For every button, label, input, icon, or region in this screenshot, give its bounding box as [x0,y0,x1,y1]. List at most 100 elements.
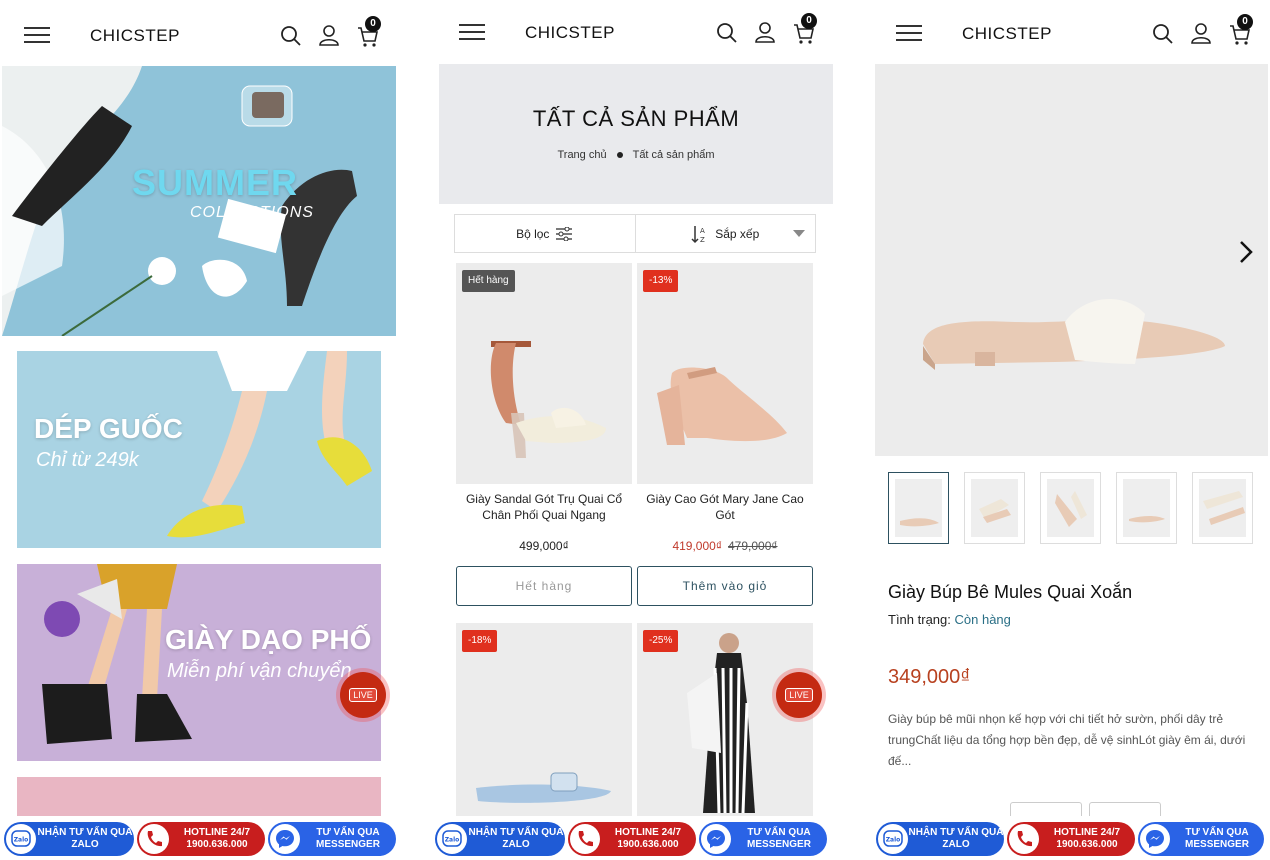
product-image[interactable]: -25% [637,623,813,844]
breadcrumb: Trang chủ Tất cả sản phẩm [439,149,833,161]
hotline-button[interactable]: HOTLINE 24/7 1900.636.000 [1007,822,1135,856]
listing-toolbar: Bộ lọc AZ Sắp xếp [454,214,816,253]
price-current: 419,000₫ [672,539,722,553]
live-label: LIVE [349,688,377,702]
contact-bar: Zalo NHẬN TƯ VẤN QUA ZALO HOTLINE 24/7 19… [870,816,1270,860]
live-button[interactable]: LIVE [340,672,386,718]
product-thumbnail[interactable] [1116,472,1177,544]
menu-icon[interactable] [24,27,50,45]
messenger-button[interactable]: TƯ VẤN QUA MESSENGER [699,822,827,856]
hotline-label: HOTLINE 24/7 [614,827,682,838]
live-label: LIVE [785,688,813,702]
next-image-arrow[interactable] [1238,240,1254,271]
banner-dep-guoc-title: DÉP GUỐC [34,413,183,444]
sort-dropdown[interactable]: AZ Sắp xếp [634,215,816,252]
contact-bar: Zalo NHẬN TƯ VẤN QUA ZALO HOTLINE 24/7 19… [0,816,400,860]
product-image[interactable]: Hết hàng [456,263,632,484]
hotline-label: HOTLINE 24/7 [1053,827,1121,838]
brand-logo[interactable]: CHICSTEP [90,26,180,46]
search-icon[interactable] [280,25,302,47]
svg-text:Zalo: Zalo [445,837,460,844]
product-thumbnail[interactable] [888,472,949,544]
banner-dep-guoc[interactable]: DÉP GUỐC Chỉ từ 249k [17,351,381,548]
sold-out-button[interactable]: Hết hàng [456,566,632,606]
filter-button[interactable]: Bộ lọc [455,215,635,252]
hotline-button[interactable]: HOTLINE 24/7 1900.636.000 [568,822,696,856]
product-main-image[interactable] [875,64,1268,456]
hotline-button[interactable]: HOTLINE 24/7 1900.636.000 [137,822,265,856]
product-card[interactable]: -13% Giày Cao Gót Mary Jane Cao Gót 419,… [637,263,813,607]
svg-text:Zalo: Zalo [14,837,29,844]
stock-status: Tình trạng: Còn hàng [888,612,1011,627]
zalo-icon: Zalo [6,824,36,854]
banner-summer-title: SUMMER [132,162,298,203]
banner-giay-dao-pho[interactable]: GIÀY DẠO PHỐ Miễn phí vận chuyển [17,564,381,761]
product-card[interactable]: Hết hàng Giày Sandal Gót Trụ Quai Cổ Châ… [456,263,632,607]
banner-summer[interactable]: SUMMER COLLECTIONS [2,66,396,336]
listing-screen: CHICSTEP 0 TẤT CẢ SẢN PHẨM Trang chủ Tất … [433,0,838,860]
product-price: 419,000₫ 479,000₫ [637,539,813,553]
banner-giay-dao-pho-title: GIÀY DẠO PHỐ [165,624,372,655]
product-thumbnail[interactable] [1192,472,1253,544]
menu-icon[interactable] [459,24,485,42]
zalo-icon: Zalo [878,824,908,854]
banner-dep-guoc-subtitle: Chỉ từ 249k [36,449,139,471]
phone-icon [1009,824,1039,854]
product-image[interactable]: -13% [637,263,813,484]
status-badge: Hết hàng [462,270,515,292]
discount-badge: -25% [643,630,679,652]
product-name[interactable]: Giày Sandal Gót Trụ Quai Cổ Chân Phối Qu… [460,491,628,523]
zalo-contact-button[interactable]: Zalo NHẬN TƯ VẤN QUA ZALO [876,822,1004,856]
messenger-icon [701,824,731,854]
category-hero: TẤT CẢ SẢN PHẨM Trang chủ Tất cả sản phẩm [439,64,833,204]
search-icon[interactable] [1152,23,1174,45]
breadcrumb-separator [616,152,623,159]
messenger-icon [270,824,300,854]
brand-logo[interactable]: CHICSTEP [525,23,615,43]
filter-icon [556,226,573,241]
zalo-contact-button[interactable]: Zalo NHẬN TƯ VẤN QUA ZALO [435,822,565,856]
messenger-button[interactable]: TƯ VẤN QUA MESSENGER [1138,822,1264,856]
product-thumbnail[interactable] [964,472,1025,544]
home-screen: CHICSTEP 0 SUMMER COLLECTIONS DÉP GUỐC C… [0,0,400,860]
phone-icon [139,824,169,854]
messenger-button[interactable]: TƯ VẤN QUA MESSENGER [268,822,396,856]
product-description: Giày búp bê mũi nhọn kế hợp với chi tiết… [888,712,1246,768]
messenger-icon [1140,824,1170,854]
page-title: TẤT CẢ SẢN PHẨM [532,106,740,131]
svg-text:A: A [700,227,705,235]
product-name[interactable]: Giày Cao Gót Mary Jane Cao Gót [641,491,809,523]
cart-count-badge: 0 [1237,14,1253,30]
user-icon[interactable] [754,21,776,43]
menu-icon[interactable] [896,25,922,43]
zalo-icon: Zalo [437,824,467,854]
filter-label: Bộ lọc [516,226,550,241]
search-icon[interactable] [716,22,738,44]
user-icon[interactable] [1190,22,1212,44]
banner-summer-subtitle: COLLECTIONS [190,204,314,221]
phone-icon [570,824,600,854]
zalo-contact-button[interactable]: Zalo NHẬN TƯ VẤN QUA ZALO [4,822,134,856]
cart-count-badge: 0 [365,16,381,32]
product-image[interactable]: -18% [456,623,632,844]
hotline-number: 1900.636.000 [617,839,679,850]
product-card[interactable]: -18% [456,623,632,844]
live-button[interactable]: LIVE [776,672,822,718]
breadcrumb-home[interactable]: Trang chủ [557,149,606,161]
user-icon[interactable] [318,24,340,46]
header: CHICSTEP 0 [0,0,400,66]
product-card[interactable]: -25% [637,623,813,844]
brand-logo[interactable]: CHICSTEP [962,24,1052,44]
hotline-label: HOTLINE 24/7 [183,827,251,838]
price-current: 499,000₫ [519,539,569,553]
banner-partial[interactable] [17,777,381,817]
discount-badge: -18% [462,630,498,652]
stock-status-value: Còn hàng [954,612,1011,627]
header: CHICSTEP 0 [870,0,1270,66]
add-to-cart-button[interactable]: Thêm vào giỏ [637,566,813,606]
hotline-number: 1900.636.000 [186,839,248,850]
product-thumbnail[interactable] [1040,472,1101,544]
hotline-number: 1900.636.000 [1056,839,1118,850]
svg-text:Z: Z [700,236,705,244]
discount-badge: -13% [643,270,679,292]
